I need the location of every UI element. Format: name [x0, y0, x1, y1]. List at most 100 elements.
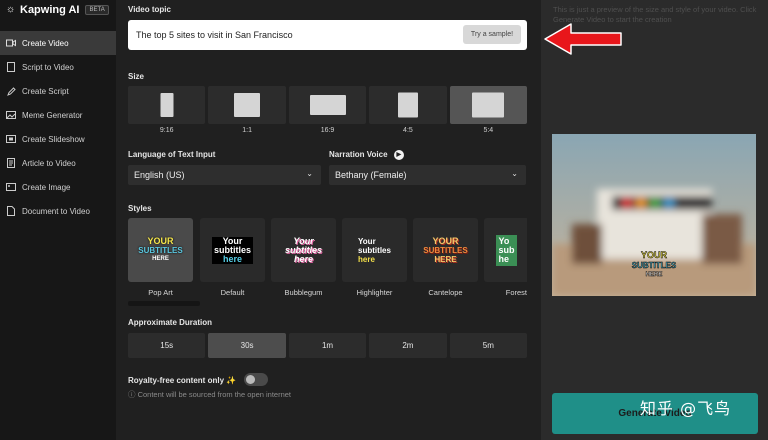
- ratio-preview: [472, 92, 505, 118]
- size-labels: 9:16 1:1 16:9 4:5 5:4: [128, 127, 527, 134]
- style-option-bubblegum[interactable]: Your subtitles here: [271, 218, 336, 282]
- style-label-forest: Forest: [505, 288, 527, 297]
- video-camera-icon: [6, 38, 16, 48]
- try-sample-button[interactable]: Try a sample!: [463, 25, 521, 44]
- sidebar-item-document-to-video[interactable]: Document to Video: [0, 199, 116, 223]
- size-label-4-5: 4:5: [403, 127, 413, 134]
- sidebar-item-script-to-video[interactable]: Script to Video: [0, 55, 116, 79]
- sidebar-item-label: Meme Generator: [22, 110, 83, 120]
- duration-option-30s[interactable]: 30s: [208, 333, 286, 358]
- language-value: English (US): [134, 170, 185, 180]
- sun-logo-icon: ☼: [6, 4, 16, 15]
- style-label-cantelope: Cantelope: [428, 288, 463, 297]
- sidebar-item-label: Create Image: [22, 182, 71, 192]
- voice-label: Narration Voice: [329, 150, 388, 160]
- topic-input[interactable]: The top 5 sites to visit in San Francisc…: [128, 20, 527, 50]
- topic-input-value: The top 5 sites to visit in San Francisc…: [136, 30, 293, 40]
- style-label-pop-art: Pop Art: [148, 288, 173, 297]
- style-preview-text: Your subtitles here: [358, 237, 391, 264]
- royalty-free-label: Royalty-free content only ✨: [128, 376, 237, 385]
- styles-label: Styles: [128, 204, 152, 213]
- size-label: Size: [128, 72, 145, 81]
- style-preview-text: Your subtitles here: [285, 236, 322, 264]
- brand[interactable]: ☼ Kapwing AI BETA: [6, 3, 109, 17]
- style-preview-text: YOUR SUBTITLES HERE: [138, 235, 183, 264]
- watermark: 知乎 @飞鸟: [640, 399, 732, 418]
- preview-line: SUBTITLES: [423, 245, 468, 255]
- preview-line: YOUR: [147, 235, 174, 246]
- preview-line: YOUR: [432, 235, 459, 246]
- sidebar-item-label: Script to Video: [22, 62, 74, 72]
- styles-scrollbar[interactable]: [128, 301, 200, 306]
- play-icon[interactable]: ▶: [393, 150, 404, 160]
- voice-label-group: Narration Voice ▶: [329, 150, 404, 160]
- royalty-free-toggle[interactable]: [244, 373, 268, 386]
- duration-option-15s[interactable]: 15s: [128, 333, 206, 358]
- size-option-1-1[interactable]: [208, 86, 286, 124]
- style-label-default: Default: [220, 288, 245, 297]
- sidebar-item-label: Create Video: [22, 38, 69, 48]
- size-option-9-16[interactable]: [128, 86, 206, 124]
- style-label-bubblegum: Bubblegum: [284, 288, 323, 297]
- sidebar: ☼ Kapwing AI BETA Create Video Script to…: [0, 0, 116, 440]
- toggle-knob: [246, 375, 255, 384]
- duration-option-2m[interactable]: 2m: [369, 333, 447, 358]
- ratio-preview: [309, 95, 346, 115]
- style-option-pop-art[interactable]: YOUR SUBTITLES HERE: [128, 218, 193, 282]
- sidebar-item-article-to-video[interactable]: Article to Video: [0, 151, 116, 175]
- style-option-cantelope[interactable]: YOUR SUBTITLES HERE: [413, 218, 478, 282]
- preview-image: YOUR SUBTITLES HERE: [552, 134, 756, 296]
- preview-subtitle-line-1: YOUR: [641, 250, 668, 260]
- ratio-preview: [397, 92, 418, 118]
- size-label-9-16: 9:16: [159, 127, 174, 134]
- style-option-highlighter[interactable]: Your subtitles here: [342, 218, 407, 282]
- chevron-down-icon: ⌄: [511, 169, 518, 178]
- sidebar-item-create-video[interactable]: Create Video: [0, 31, 116, 55]
- preview-panel: This is just a preview of the size and s…: [541, 0, 768, 440]
- slideshow-icon: [6, 134, 16, 144]
- style-preview-text: YOUR SUBTITLES HERE: [423, 235, 468, 264]
- sidebar-item-meme-generator[interactable]: Meme Generator: [0, 103, 116, 127]
- ratio-preview: [234, 93, 261, 117]
- language-select[interactable]: English (US) ⌄: [128, 165, 321, 185]
- preview-line: HERE: [434, 254, 457, 264]
- image-icon: [6, 110, 16, 120]
- size-option-4-5[interactable]: [369, 86, 447, 124]
- preview-subtitle-line-3: HERE: [646, 272, 663, 278]
- duration-option-5m[interactable]: 5m: [449, 333, 528, 358]
- app-window: ☼ Kapwing AI BETA Create Video Script to…: [0, 0, 768, 440]
- sidebar-item-create-slideshow[interactable]: Create Slideshow: [0, 127, 116, 151]
- sidebar-item-create-image[interactable]: Create Image: [0, 175, 116, 199]
- pen-icon: [6, 86, 16, 96]
- ratio-preview: [160, 93, 174, 117]
- sidebar-item-label: Document to Video: [22, 206, 90, 216]
- style-preview-text: Your subtitles here: [211, 236, 253, 264]
- sidebar-item-create-script[interactable]: Create Script: [0, 79, 116, 103]
- voice-select[interactable]: Bethany (Female) ⌄: [329, 165, 526, 185]
- article-icon: [6, 158, 16, 168]
- size-label-16-9: 16:9: [320, 127, 335, 134]
- preview-line: here: [211, 254, 253, 264]
- preview-line: here: [293, 253, 313, 264]
- style-option-default[interactable]: Your subtitles here: [200, 218, 265, 282]
- beta-badge: BETA: [85, 5, 109, 15]
- royalty-hint-text: Content will be sourced from the open in…: [137, 390, 292, 399]
- topic-label: Video topic: [128, 5, 171, 14]
- preview-line: here: [358, 254, 375, 264]
- duration-option-1m[interactable]: 1m: [288, 333, 367, 358]
- create-video-form: Video topic The top 5 sites to visit in …: [116, 0, 541, 440]
- style-preview-text: Yo sub he: [496, 234, 517, 266]
- size-option-16-9[interactable]: [288, 86, 367, 124]
- brand-name: Kapwing AI: [20, 4, 80, 16]
- size-options: [128, 86, 528, 124]
- language-label: Language of Text Input: [128, 150, 216, 159]
- royalty-hint: ⓘ Content will be sourced from the open …: [128, 389, 291, 400]
- style-option-forest[interactable]: Yo sub he: [484, 218, 527, 282]
- size-label-1-1: 1:1: [242, 127, 252, 134]
- size-option-5-4[interactable]: [449, 86, 528, 124]
- sidebar-nav: Create Video Script to Video Create Scri…: [0, 31, 116, 223]
- clapperboard-photo: YOUR SUBTITLES HERE: [552, 134, 756, 296]
- preview-line: SUBTITLES: [138, 245, 183, 255]
- document-icon: [6, 206, 16, 216]
- duration-options: 15s 30s 1m 2m 5m: [128, 333, 528, 358]
